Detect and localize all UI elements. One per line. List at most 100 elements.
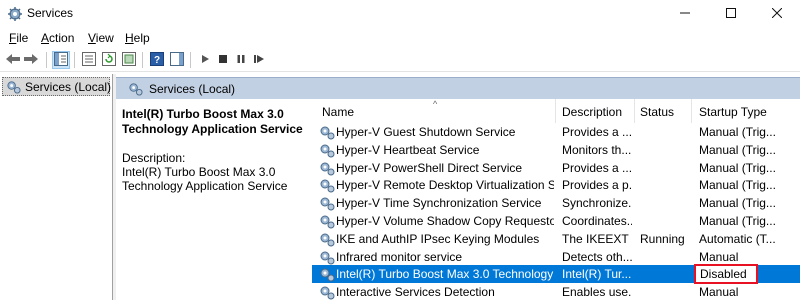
back-arrow-icon — [5, 52, 21, 69]
table-row[interactable]: Hyper-V Volume Shadow Copy Requestor Coor… — [312, 212, 800, 230]
cell-description: Intel(R) Tur... — [562, 267, 632, 282]
pause-service-button[interactable] — [232, 51, 250, 69]
service-gear-icon — [320, 144, 335, 158]
action-pane-icon — [170, 51, 184, 69]
table-row[interactable]: Interactive Services Detection Enables us… — [312, 283, 800, 300]
service-gear-icon — [320, 197, 335, 211]
cell-name: Hyper-V Volume Shadow Copy Requestor — [336, 214, 554, 228]
help-icon: ? — [150, 51, 164, 69]
forward-button[interactable] — [22, 51, 40, 69]
close-button[interactable] — [754, 0, 800, 28]
cell-startup-type: Manual (Trig... — [699, 142, 776, 157]
properties-button[interactable] — [80, 51, 98, 69]
help-button[interactable]: ? — [148, 51, 166, 69]
toolbar: ? — [0, 48, 800, 72]
cell-startup-type: Manual (Trig... — [699, 160, 776, 175]
cell-description: Provides a ... — [562, 125, 632, 139]
close-icon — [771, 7, 783, 21]
toolbar-separator — [190, 52, 191, 68]
pause-service-icon — [236, 53, 246, 67]
restart-service-icon — [253, 53, 265, 67]
forward-arrow-icon — [23, 52, 39, 69]
menu-view[interactable]: View — [88, 31, 114, 45]
action-pane-button[interactable] — [168, 51, 186, 69]
column-header-startup-type[interactable]: Startup Type — [692, 99, 800, 123]
service-gear-icon — [320, 179, 335, 193]
cell-description: Monitors th... — [562, 142, 632, 157]
cell-name: Hyper-V Remote Desktop Virtualization Se… — [336, 178, 554, 193]
service-gear-icon — [320, 233, 335, 247]
menu-action[interactable]: Action — [41, 31, 74, 45]
cell-startup-type: Automatic (T... — [699, 231, 776, 246]
column-header-description[interactable]: Description — [556, 99, 635, 123]
stop-service-icon — [218, 53, 228, 67]
cell-startup-type: Manual (Trig... — [699, 196, 776, 211]
table-row[interactable]: Hyper-V Heartbeat Service Monitors th... M… — [312, 141, 800, 159]
table-row[interactable]: Hyper-V Guest Shutdown Service Provides a… — [312, 123, 800, 141]
services-gear-icon — [7, 81, 21, 94]
service-gear-icon — [320, 162, 335, 176]
cell-name: Hyper-V PowerShell Direct Service — [336, 160, 523, 175]
panel-header: Services (Local) — [116, 77, 800, 99]
back-button[interactable] — [4, 51, 22, 69]
stop-service-button[interactable] — [214, 51, 232, 69]
table-row[interactable]: Hyper-V Remote Desktop Virtualization Se… — [312, 176, 800, 194]
cell-name: Hyper-V Guest Shutdown Service — [336, 125, 516, 139]
menu-file[interactable]: File — [9, 31, 28, 45]
properties-icon — [82, 51, 96, 69]
extended-description-pane: Intel(R) Turbo Boost Max 3.0 Technology … — [116, 99, 312, 300]
table-row[interactable]: Hyper-V PowerShell Direct Service Provide… — [312, 159, 800, 177]
tree-item-services-local[interactable]: Services (Local) — [2, 77, 112, 96]
menu-help[interactable]: Help — [125, 31, 150, 45]
start-service-button[interactable] — [196, 51, 214, 69]
cell-startup-type: Manual (Trig... — [699, 214, 776, 228]
show-hide-console-tree-icon — [54, 51, 68, 69]
service-gear-icon — [320, 286, 335, 300]
services-gear-icon — [129, 83, 143, 96]
maximize-button[interactable] — [708, 0, 754, 28]
column-header-name[interactable]: Name — [312, 99, 556, 123]
service-gear-icon — [320, 268, 335, 282]
list-header: ^ Name Description Status Startup Type — [312, 99, 800, 123]
cell-name: Hyper-V Heartbeat Service — [336, 142, 480, 157]
menu-bar: File Action View Help — [0, 28, 800, 48]
cell-name: Infrared monitor service — [336, 249, 463, 264]
toolbar-separator — [142, 52, 143, 68]
cell-startup-type: Manual — [699, 249, 739, 264]
service-gear-icon — [320, 215, 335, 229]
console-tree: Services (Local) — [0, 74, 113, 300]
toolbar-separator — [46, 52, 47, 68]
title-bar: Services — [0, 0, 800, 28]
cell-status: Running — [640, 231, 685, 246]
cell-startup-type: Manual (Trig... — [699, 125, 776, 139]
svg-text:?: ? — [154, 55, 160, 66]
maximize-icon — [726, 7, 736, 21]
column-header-status[interactable]: Status — [635, 99, 692, 123]
restart-service-button[interactable] — [250, 51, 268, 69]
show-hide-console-tree-button[interactable] — [52, 51, 70, 69]
cell-description: The IKEEXT ... — [562, 231, 632, 246]
export-list-button[interactable] — [120, 51, 138, 69]
cell-name: Intel(R) Turbo Boost Max 3.0 Technology … — [336, 267, 554, 282]
table-row[interactable]: Intel(R) Turbo Boost Max 3.0 Technology … — [312, 264, 800, 285]
description-text: Intel(R) Turbo Boost Max 3.0 Technology … — [122, 165, 288, 193]
table-row[interactable]: IKE and AuthIP IPsec Keying Modules The I… — [312, 230, 800, 248]
refresh-icon — [102, 51, 116, 69]
cell-name: IKE and AuthIP IPsec Keying Modules — [336, 231, 540, 246]
start-service-icon — [200, 53, 210, 67]
refresh-button[interactable] — [100, 51, 118, 69]
cell-description: Provides a p... — [562, 178, 632, 193]
cell-startup-type: Manual — [699, 285, 739, 300]
table-row[interactable]: Infrared monitor service Detects oth... Ma… — [312, 248, 800, 266]
service-gear-icon — [320, 126, 335, 140]
table-row[interactable]: Hyper-V Time Synchronization Service Sync… — [312, 194, 800, 212]
minimize-icon — [680, 7, 690, 21]
toolbar-separator — [74, 52, 75, 68]
minimize-button[interactable] — [662, 0, 708, 28]
services-app-icon — [7, 6, 23, 22]
service-gear-icon — [320, 251, 335, 265]
cell-startup-type: Manual (Trig... — [699, 178, 776, 193]
tree-item-label: Services (Local) — [25, 79, 112, 94]
cell-name: Interactive Services Detection — [336, 285, 495, 300]
panel-header-title: Services (Local) — [149, 81, 236, 96]
